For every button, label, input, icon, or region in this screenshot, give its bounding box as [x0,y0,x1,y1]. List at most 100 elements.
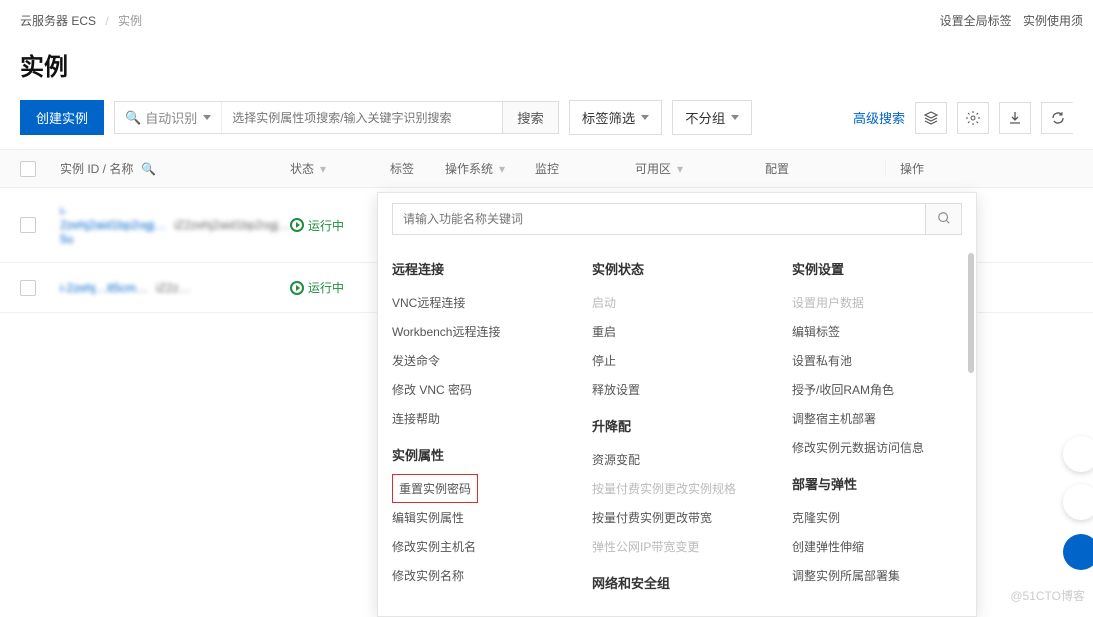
dropdown-item[interactable]: 修改实例主机名 [392,532,562,561]
dropdown-item[interactable]: 设置私有池 [792,346,962,375]
dropdown-item[interactable]: 连接帮助 [392,404,562,433]
dropdown-item[interactable]: 资源变配 [592,445,762,474]
status-running: 运行中 [290,217,344,234]
chevron-down-icon [731,115,739,120]
scrollbar-thumb[interactable] [968,253,974,373]
chevron-down-icon [641,115,649,120]
search-icon[interactable]: 🔍 [141,162,156,176]
status-label: 运行中 [308,217,344,234]
table-header: 实例 ID / 名称 🔍 状态 ▾ 标签 操作系统 ▾ 监控 可用区 ▾ 配置 … [0,149,1093,188]
dropdown-item[interactable]: 停止 [592,346,762,375]
dropdown-group-title: 升降配 [592,416,762,435]
watermark: @51CTO博客 [1010,587,1085,604]
link-usage-guide[interactable]: 实例使用须 [1023,14,1083,28]
select-all-checkbox[interactable] [20,161,36,177]
header-actions: 操作 [900,162,924,176]
settings-icon-button[interactable] [957,102,989,134]
breadcrumb-root[interactable]: 云服务器 ECS [20,14,96,28]
dropdown-group-title: 部署与弹性 [792,474,962,493]
dropdown-item[interactable]: 克隆实例 [792,503,962,532]
dropdown-item[interactable]: 重启 [592,317,762,346]
search-input[interactable] [222,102,502,133]
group-filter-button[interactable]: 不分组 [672,100,752,135]
filter-icon[interactable]: ▾ [677,162,683,176]
top-right-links: 设置全局标签 实例使用须 [932,12,1083,29]
dropdown-item: 按量付费实例更改实例规格 [592,474,762,503]
header-monitor: 监控 [535,162,559,176]
dropdown-item[interactable]: 修改实例名称 [392,561,562,590]
refresh-icon [1050,110,1066,126]
layers-icon-button[interactable] [915,102,947,134]
tag-filter-label: 标签筛选 [582,108,635,127]
page-title: 实例 [0,37,1093,100]
scrollbar[interactable] [968,253,974,610]
dropdown-item: 启动 [592,288,762,317]
search-group: 🔍 自动识别 搜索 [114,101,559,134]
dropdown-item[interactable]: 发送命令 [392,346,562,375]
dropdown-item[interactable]: 编辑实例属性 [392,503,562,532]
dropdown-body: 远程连接 VNC远程连接Workbench远程连接发送命令修改 VNC 密码连接帮… [378,247,976,602]
header-zone: 可用区 [635,160,671,177]
header-tag: 标签 [390,162,414,176]
play-icon [290,218,304,232]
link-global-tag[interactable]: 设置全局标签 [940,14,1012,28]
dropdown-item[interactable]: Workbench远程连接 [392,317,562,346]
floating-button-2[interactable] [1063,484,1093,520]
instance-id-link[interactable]: i-2zehj2aid1bp2ogj…5u [60,204,166,246]
search-button[interactable]: 搜索 [502,102,558,133]
row-checkbox[interactable] [20,217,36,233]
header-id-name: 实例 ID / 名称 [60,160,133,177]
dropdown-item[interactable]: VNC远程连接 [392,288,562,317]
tag-filter-button[interactable]: 标签筛选 [569,100,662,135]
dropdown-group-title: 实例属性 [392,445,562,464]
breadcrumb-sep: / [105,14,108,28]
dropdown-item[interactable]: 授予/收回RAM角色 [792,375,962,404]
header-status: 状态 [290,160,314,177]
dropdown-item[interactable]: 创建弹性伸缩 [792,532,962,561]
gear-icon [965,110,981,126]
dropdown-item[interactable]: 重置实例密码 [392,474,478,503]
download-icon-button[interactable] [999,102,1031,134]
dropdown-search-input[interactable] [393,204,925,234]
dropdown-item[interactable]: 调整宿主机部署 [792,404,962,433]
dropdown-group-title: 实例设置 [792,259,962,278]
floating-button-3[interactable] [1063,436,1093,472]
dropdown-group-title: 网络和安全组 [592,573,762,592]
actions-dropdown-panel: 远程连接 VNC远程连接Workbench远程连接发送命令修改 VNC 密码连接帮… [377,192,977,617]
dropdown-group-title: 远程连接 [392,259,562,278]
auto-detect-dropdown[interactable]: 🔍 自动识别 [115,102,222,133]
group-filter-label: 不分组 [685,108,725,127]
filter-icon[interactable]: ▾ [499,162,505,176]
header-config: 配置 [765,162,789,176]
dropdown-item: 设置用户数据 [792,288,962,317]
dropdown-item[interactable]: 编辑标签 [792,317,962,346]
create-instance-button[interactable]: 创建实例 [20,100,104,135]
play-icon [290,281,304,295]
floating-button-primary[interactable] [1063,534,1093,570]
dropdown-search-button[interactable] [925,204,961,234]
breadcrumb-current: 实例 [118,14,142,28]
dropdown-item[interactable]: 释放设置 [592,375,762,404]
dropdown-item[interactable]: 调整实例所属部署集 [792,561,962,590]
instance-name: iZ2zehj2aid1bp2ogj… [174,218,290,232]
header-os: 操作系统 [445,160,493,177]
instance-id-link[interactable]: i-2zehj…lt5cm… [60,281,148,295]
chevron-down-icon [203,115,211,120]
auto-detect-label: 自动识别 [145,108,197,127]
dropdown-item[interactable]: 按量付费实例更改带宽 [592,503,762,532]
status-label: 运行中 [308,279,344,296]
dropdown-item[interactable]: 修改实例元数据访问信息 [792,433,962,462]
search-icon: 🔍 [125,110,141,126]
instance-name: iZ2z… [156,281,191,295]
dropdown-item[interactable]: 修改 VNC 密码 [392,375,562,404]
filter-icon[interactable]: ▾ [320,162,326,176]
breadcrumb: 云服务器 ECS / 实例 [0,0,1093,37]
layers-icon [923,110,939,126]
search-icon [937,211,951,225]
row-checkbox[interactable] [20,280,36,296]
toolbar: 创建实例 🔍 自动识别 搜索 标签筛选 不分组 高级搜索 [0,100,1093,149]
advanced-search-link[interactable]: 高级搜索 [853,108,905,127]
refresh-icon-button[interactable] [1041,102,1073,134]
dropdown-search [392,203,962,235]
dropdown-item: 弹性公网IP带宽变更 [592,532,762,561]
